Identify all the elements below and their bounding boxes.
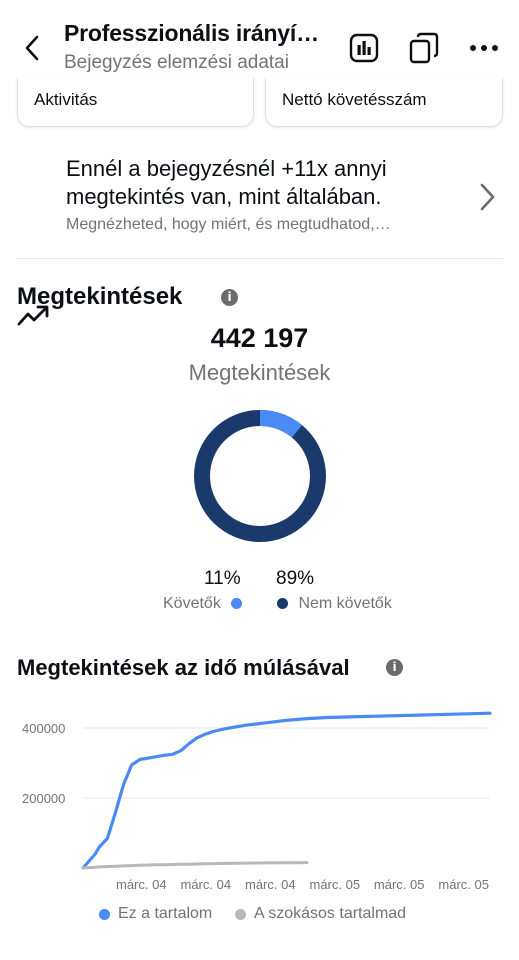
insight-title: Ennél a bejegyzésnél +11x annyi megtekin… — [66, 156, 387, 209]
legend-usual-label: A szokásos tartalmad — [254, 905, 407, 922]
net-follows-card[interactable]: Nettó követésszám — [265, 78, 503, 127]
back-button[interactable] — [14, 30, 50, 66]
non-followers-label: Nem követők — [298, 595, 392, 612]
series-line-usual-content — [81, 861, 309, 870]
chevron-left-icon — [25, 35, 39, 61]
views-info-icon[interactable]: i — [221, 289, 238, 306]
copy-button[interactable] — [406, 30, 442, 66]
x-tick-label: márc. 04 — [181, 877, 232, 892]
views-donut-chart — [194, 410, 326, 542]
views-over-time-info-icon[interactable]: i — [386, 659, 403, 676]
page-title: Professzionális irányí… — [64, 20, 319, 46]
followers-percent: 11% — [204, 568, 241, 589]
legend-usual-dot — [235, 908, 246, 920]
x-tick-label: márc. 04 — [245, 877, 296, 892]
insights-button[interactable] — [346, 30, 382, 66]
legend-this-content: Ez a tartalom — [99, 905, 212, 923]
views-total: 442 197 — [210, 323, 309, 353]
activity-card[interactable]: Aktivitás — [17, 78, 254, 127]
x-tick-label: márc. 05 — [310, 877, 361, 892]
views-over-time-title: Megtekintések az idő múlásával — [17, 655, 350, 680]
more-options-button[interactable] — [466, 30, 502, 66]
chevron-right-icon — [480, 183, 495, 211]
copy-icon — [409, 32, 439, 64]
non-followers-legend: Nem követők — [277, 595, 392, 613]
divider — [16, 258, 503, 259]
y-tick-label: 400000 — [22, 721, 65, 736]
legend-usual-content: A szokásos tartalmad — [235, 905, 406, 923]
non-followers-percent: 89% — [276, 568, 315, 589]
followers-dot — [231, 598, 243, 610]
series-line-this-content — [81, 711, 492, 870]
non-followers-dot — [277, 598, 288, 610]
x-tick-label: márc. 05 — [438, 877, 489, 892]
legend-this-dot — [99, 908, 110, 920]
x-tick-label: márc. 04 — [116, 877, 167, 892]
activity-card-label: Aktivitás — [34, 90, 98, 109]
bar-chart-icon — [349, 33, 379, 63]
legend-this-label: Ez a tartalom — [118, 905, 213, 922]
insight-row[interactable]: Ennél a bejegyzésnél +11x annyi megtekin… — [0, 140, 519, 326]
views-title: Megtekintések — [17, 283, 183, 310]
page-subtitle: Bejegyzés elemzési adatai — [64, 52, 289, 73]
views-total-label: Megtekintések — [188, 360, 331, 385]
net-follows-card-label: Nettó követésszám — [282, 90, 427, 109]
more-icon — [470, 45, 498, 51]
x-tick-label: márc. 05 — [374, 877, 425, 892]
followers-label: Követők — [163, 595, 221, 612]
insight-subtitle: Megnézheted, hogy miért, és megtudhatod,… — [66, 216, 391, 233]
y-tick-label: 200000 — [22, 791, 65, 806]
views-over-time-chart: 400000 200000 márc. 04 márc. 04 márc. 04 márc… — [22, 711, 492, 892]
donut-slice-non-followers — [194, 410, 326, 542]
followers-legend: Követők — [163, 595, 243, 613]
